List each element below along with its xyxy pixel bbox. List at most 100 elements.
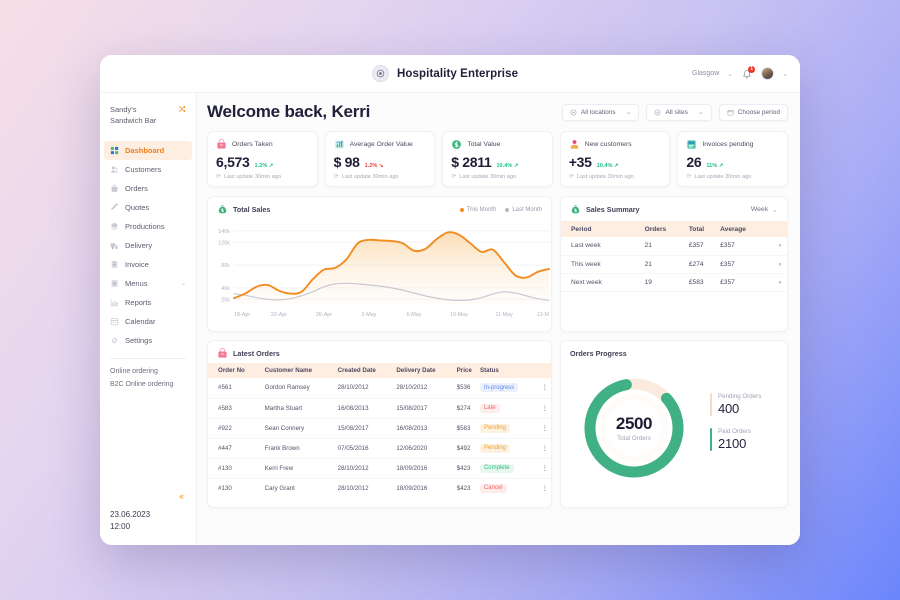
kpi-delta-value: 11% [706, 163, 718, 169]
kpi-value-row: +35 10.4% ↗ [569, 154, 662, 170]
cell-status: Pending [479, 418, 539, 439]
cell-price: $423 [456, 458, 480, 479]
table-row[interactable]: #583 Martha Stuart 16/08/2013 15/08/2017 $27… [208, 398, 551, 419]
kpi-footer-text: Last update 30min ago [576, 174, 634, 180]
sidebar-item-label: Dashboard [125, 145, 165, 155]
bag-icon [110, 184, 119, 193]
row-open-arrow-icon[interactable]: › [773, 255, 787, 274]
kpi-value: +35 [568, 154, 592, 170]
kpi-orders-taken[interactable]: Orders Taken 6,573 1.2% ↗ ⟳ Last update 3… [207, 131, 318, 187]
row-menu-icon[interactable]: ⋮ [539, 418, 551, 439]
kpi-header: Total Value [451, 139, 544, 150]
svg-text:22-Apr: 22-Apr [271, 312, 287, 318]
sidebar-item-customers[interactable]: Customers [100, 160, 196, 179]
table-row[interactable]: #447 Frank Brown 07/05/2016 12/06/2020 $492 P… [208, 438, 551, 459]
row-menu-icon[interactable]: ⋮ [539, 398, 551, 419]
table-row[interactable]: #130 Cary Grant 28/10/2012 18/09/2016 $423 Ca… [208, 478, 551, 498]
cell-customer-name: Frank Brown [264, 438, 338, 459]
choose-period-button[interactable]: Choose period [718, 103, 788, 121]
kpi-average-order-value[interactable]: Average Order Value $ 98 1.2% ↘ ⟳ Last up… [324, 131, 436, 187]
period-selector[interactable]: Week ⌄ [751, 206, 778, 214]
circle-logo-icon [372, 65, 389, 82]
latest-orders-panel: Latest Orders Order No Customer Name Cre… [207, 340, 552, 508]
legend-item-this-month[interactable]: This Month [459, 207, 496, 213]
city-selector-label[interactable]: Glasgow [692, 70, 719, 77]
refresh-icon: ⟳ [333, 174, 339, 180]
sidebar: Sandy's Sandwich Bar Dashboard Customers [100, 93, 197, 545]
legend-item-last-month[interactable]: Last Month [505, 207, 542, 213]
all-locations-filter[interactable]: All locations ⌄ [561, 103, 640, 121]
sidebar-item-invoice[interactable]: Invoice [100, 255, 196, 274]
kpi-new-customers[interactable]: New customers +35 10.4% ↗ ⟳ Last update 3… [559, 131, 671, 187]
table-row[interactable]: This week 21 £274 £357 › [561, 255, 787, 274]
cell-order-no: #130 [218, 484, 232, 492]
chevron-down-icon[interactable]: ⌄ [727, 70, 733, 78]
sidebar-item-label: Productions [125, 221, 165, 231]
sidebar-item-dashboard[interactable]: Dashboard [104, 140, 192, 160]
bottom-panels: Latest Orders Order No Customer Name Cre… [207, 340, 788, 508]
legend-bar-icon [710, 428, 712, 451]
column-header-period: Period [561, 221, 645, 237]
table-header-row: Order No Customer Name Created Date Deli… [208, 363, 551, 378]
row-menu-icon[interactable]: ⋮ [539, 478, 551, 498]
latest-orders-header: Latest Orders [208, 341, 551, 363]
table-row[interactable]: #130 Kerri Frew 28/10/2012 18/09/2016 $423 Co… [208, 458, 551, 479]
cell-price: $423 [456, 484, 471, 492]
trend-up-icon: ↗ [718, 163, 724, 169]
cell-total: £583 [688, 273, 721, 292]
legend-name: Pending Orders [718, 393, 762, 400]
legend-text-group: Paid Orders 2100 [718, 428, 751, 451]
current-time: 12:00 [110, 522, 131, 531]
sidebar-item-orders[interactable]: Orders [100, 179, 196, 198]
filter-label: All locations [580, 108, 616, 116]
table-row[interactable]: #922 Sean Connery 15/08/2017 16/08/2013 $583… [208, 418, 551, 439]
trend-up-icon: ↗ [268, 163, 274, 169]
row-menu-icon[interactable]: ⋮ [539, 438, 551, 459]
sidebar-link-b2c-online-ordering[interactable]: B2C Online ordering [110, 379, 186, 392]
kpi-delta: 1.2% ↗ [255, 163, 274, 169]
calendar-icon [727, 109, 734, 116]
column-header-customer-name: Customer Name [264, 363, 338, 378]
kpi-label: Orders Taken [232, 141, 273, 148]
kpi-value: $ 2811 [451, 154, 492, 170]
bell-icon[interactable]: 1 [741, 65, 756, 80]
sidebar-link-online-ordering[interactable]: Online ordering [110, 366, 186, 379]
sidebar-item-label: Settings [125, 335, 153, 345]
document-icon [110, 260, 119, 269]
main-content: Welcome back, Kerri All locations ⌄ All … [197, 93, 800, 545]
row-open-arrow-icon[interactable]: › [773, 273, 787, 292]
sidebar-item-reports[interactable]: Reports [100, 293, 196, 312]
shopping-bag-icon [217, 348, 228, 359]
collapse-sidebar-button[interactable]: « [100, 492, 196, 509]
shuffle-icon[interactable] [178, 105, 186, 115]
sidebar-item-productions[interactable]: Productions [100, 217, 196, 236]
org-name: Sandy's Sandwich Bar [110, 105, 156, 127]
kpi-invoices-pending[interactable]: Invoices pending 26 11% ↗ ⟳ Last update 3… [677, 131, 788, 187]
all-sites-filter[interactable]: All sites ⌄ [646, 103, 712, 121]
sidebar-item-label: Customers [125, 164, 162, 174]
kpi-total-value[interactable]: Total Value $ 2811 10.4% ↗ ⟳ Last update … [442, 131, 553, 187]
table-row[interactable]: Next week 19 £583 £357 › [561, 273, 787, 292]
sidebar-item-menus[interactable]: Menus ⌄ [100, 274, 196, 293]
chevron-down-icon[interactable]: ⌄ [698, 108, 704, 116]
row-open-arrow-icon[interactable]: › [773, 237, 787, 256]
trend-up-icon: ↗ [513, 163, 519, 169]
sales-summary-thead: Period Orders Total Average [561, 221, 787, 237]
sidebar-item-calendar[interactable]: Calendar [100, 312, 196, 331]
chevron-down-icon[interactable]: ⌄ [181, 280, 186, 287]
sidebar-item-quotes[interactable]: Quotes [100, 198, 196, 217]
row-menu-icon[interactable]: ⋮ [539, 378, 551, 399]
avatar-chevron-down-icon[interactable]: ⌄ [782, 70, 788, 78]
sidebar-item-delivery[interactable]: Delivery [100, 236, 196, 255]
page-title: Welcome back, Kerri [207, 102, 371, 121]
table-row[interactable]: Last week 21 £357 £357 › [561, 237, 787, 256]
svg-text:120k: 120k [218, 240, 230, 246]
chevron-down-icon[interactable]: ⌄ [626, 108, 632, 116]
table-row[interactable]: #561 Gordon Ramsey 28/10/2012 28/10/2012 $53… [208, 378, 551, 399]
sidebar-item-settings[interactable]: Settings [100, 331, 196, 350]
gear-icon [110, 336, 119, 345]
status-badge: Complete [479, 463, 514, 473]
avatar[interactable] [761, 67, 775, 80]
location-pin-icon [654, 109, 661, 116]
row-menu-icon[interactable]: ⋮ [539, 458, 551, 479]
